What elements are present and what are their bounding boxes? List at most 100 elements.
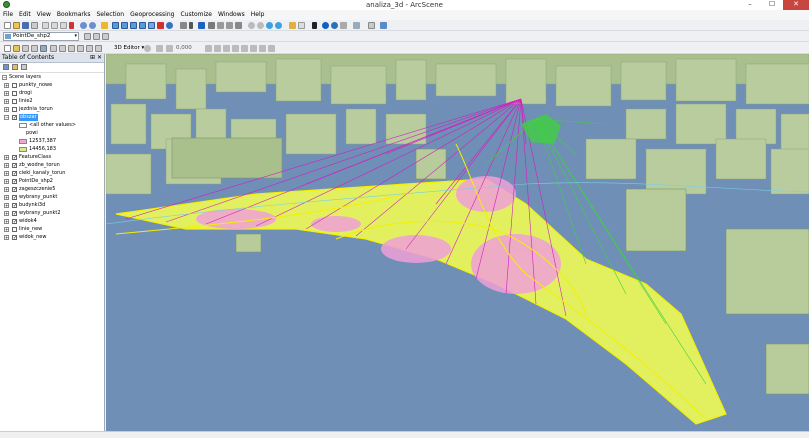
list-by-source-icon[interactable] bbox=[12, 64, 18, 70]
pan-icon[interactable] bbox=[266, 22, 273, 29]
expand-icon[interactable]: + bbox=[4, 203, 9, 208]
menu-help[interactable]: Help bbox=[248, 10, 268, 20]
layer-checkbox[interactable]: ✓ bbox=[12, 155, 17, 161]
sketch-properties-icon[interactable] bbox=[250, 45, 257, 52]
expand-icon[interactable]: + bbox=[4, 179, 9, 184]
navigate-tool-icon[interactable] bbox=[198, 22, 205, 29]
edit-vertices-icon[interactable] bbox=[205, 45, 212, 52]
zoom-out-icon[interactable] bbox=[257, 22, 264, 29]
options-icon[interactable] bbox=[40, 45, 47, 52]
zoom-to-target-icon[interactable] bbox=[226, 22, 233, 29]
layer-checkbox[interactable]: ✓ bbox=[12, 171, 17, 177]
zoom-in-icon[interactable] bbox=[248, 22, 255, 29]
labels-icon[interactable] bbox=[86, 45, 93, 52]
menu-edit[interactable]: Edit bbox=[16, 10, 34, 20]
fly-tool-icon[interactable] bbox=[208, 22, 215, 29]
undo-icon[interactable] bbox=[80, 22, 87, 29]
arctoolbox-red-icon[interactable] bbox=[157, 22, 164, 29]
clear-selection-icon[interactable] bbox=[298, 22, 305, 29]
toc-options-icon[interactable] bbox=[21, 64, 27, 70]
layer-checkbox[interactable]: ✓ bbox=[12, 195, 17, 201]
layer-checkbox[interactable]: ✓ bbox=[12, 115, 17, 121]
navigate-icon[interactable] bbox=[180, 22, 187, 29]
expand-icon[interactable]: + bbox=[4, 195, 9, 200]
layer-checkbox[interactable]: ✓ bbox=[12, 187, 17, 193]
measure-icon[interactable] bbox=[340, 22, 347, 29]
globe-icon[interactable] bbox=[331, 22, 338, 29]
expand-icon[interactable]: + bbox=[4, 235, 9, 240]
expand-icon[interactable]: + bbox=[4, 163, 9, 168]
layer-row[interactable]: + linie2 bbox=[2, 98, 102, 105]
layer-checkbox[interactable]: ✓ bbox=[12, 219, 17, 225]
flicker-icon[interactable] bbox=[102, 33, 109, 40]
menu-selection[interactable]: Selection bbox=[93, 10, 127, 20]
target-center-icon[interactable] bbox=[217, 22, 224, 29]
menu-geoprocessing[interactable]: Geoprocessing bbox=[127, 10, 177, 20]
attributes-icon[interactable] bbox=[241, 45, 248, 52]
layer-checkbox[interactable] bbox=[12, 83, 17, 88]
select-features-icon[interactable] bbox=[289, 22, 296, 29]
delete-icon[interactable] bbox=[69, 22, 74, 29]
layer-properties-icon[interactable] bbox=[84, 33, 91, 40]
layer-row[interactable]: + drogi bbox=[2, 90, 102, 97]
collapse-icon[interactable]: − bbox=[4, 115, 9, 120]
expand-icon[interactable]: + bbox=[4, 171, 9, 176]
layer-row[interactable]: + punkty_nowe bbox=[2, 82, 102, 89]
expand-icon[interactable]: + bbox=[4, 83, 9, 88]
expand-icon[interactable]: + bbox=[4, 227, 9, 232]
select-elements-icon[interactable] bbox=[312, 22, 317, 29]
menu-file[interactable]: File bbox=[0, 10, 16, 20]
swipe-icon[interactable] bbox=[93, 33, 100, 40]
identify-icon[interactable] bbox=[322, 22, 329, 29]
search-window-icon[interactable] bbox=[139, 22, 146, 29]
arctoolbox-icon[interactable] bbox=[148, 22, 155, 29]
list-by-visibility-icon[interactable] bbox=[22, 45, 29, 52]
layer-row[interactable]: + ✓ PointDe_shp2 bbox=[2, 178, 102, 185]
layer-row[interactable]: + ✓ budynki3d bbox=[2, 202, 102, 209]
layer-checkbox[interactable]: ✓ bbox=[12, 203, 17, 209]
expand-icon[interactable]: + bbox=[4, 155, 9, 160]
pin-icon[interactable]: ⊞ bbox=[90, 54, 95, 62]
animation-icon[interactable] bbox=[353, 22, 360, 29]
rotation-value[interactable]: 0,000 bbox=[176, 44, 192, 52]
new-document-icon[interactable] bbox=[4, 22, 11, 29]
reshape-icon[interactable] bbox=[214, 45, 221, 52]
menu-windows[interactable]: Windows bbox=[215, 10, 248, 20]
list-by-selection-icon[interactable] bbox=[31, 45, 38, 52]
surface-icon[interactable] bbox=[68, 45, 75, 52]
close-button[interactable]: ✕ bbox=[783, 0, 809, 10]
save-icon[interactable] bbox=[22, 22, 29, 29]
expand-icon[interactable]: + bbox=[4, 211, 9, 216]
menu-view[interactable]: View bbox=[34, 10, 54, 20]
expand-icon[interactable]: + bbox=[4, 107, 9, 112]
scene-properties-icon[interactable] bbox=[112, 22, 119, 29]
paste-icon[interactable] bbox=[60, 22, 67, 29]
collapse-icon[interactable]: − bbox=[2, 75, 7, 80]
edit-tool-icon[interactable] bbox=[144, 45, 151, 52]
layer-row[interactable]: + ✓ FeatureClass bbox=[2, 154, 102, 161]
redo-icon[interactable] bbox=[89, 22, 96, 29]
catalog-window-icon[interactable] bbox=[130, 22, 137, 29]
layer-checkbox[interactable] bbox=[12, 99, 17, 104]
layer-checkbox[interactable]: ✓ bbox=[12, 179, 17, 185]
layer-row[interactable]: + linie_new bbox=[2, 226, 102, 233]
maximize-button[interactable]: ☐ bbox=[761, 0, 783, 10]
layer-checkbox[interactable]: ✓ bbox=[12, 163, 17, 169]
cut-polygon-icon[interactable] bbox=[223, 45, 230, 52]
layer-checkbox[interactable]: ✓ bbox=[12, 211, 17, 217]
layer-checkbox[interactable]: ✓ bbox=[12, 235, 17, 241]
scene-view[interactable] bbox=[106, 54, 809, 431]
list-by-drawing-order-icon[interactable] bbox=[4, 45, 11, 52]
layer-checkbox[interactable] bbox=[12, 227, 17, 232]
layer-row[interactable]: + ✓ zb_wodne_torun bbox=[2, 162, 102, 169]
expand-icon[interactable]: + bbox=[4, 187, 9, 192]
layer-row[interactable]: + jezdnia_torun bbox=[2, 106, 102, 113]
menu-customize[interactable]: Customize bbox=[177, 10, 215, 20]
layer-selector-dropdown[interactable]: PointDe_shp2 ▾ bbox=[3, 32, 79, 41]
layer-row[interactable]: + ✓ zageszczenie5 bbox=[2, 186, 102, 193]
trace-icon[interactable] bbox=[268, 45, 275, 52]
rotate-icon[interactable] bbox=[166, 45, 173, 52]
toc-close-icon[interactable]: ✕ bbox=[97, 54, 102, 62]
copy-icon[interactable] bbox=[51, 22, 58, 29]
query-icon[interactable] bbox=[95, 45, 102, 52]
